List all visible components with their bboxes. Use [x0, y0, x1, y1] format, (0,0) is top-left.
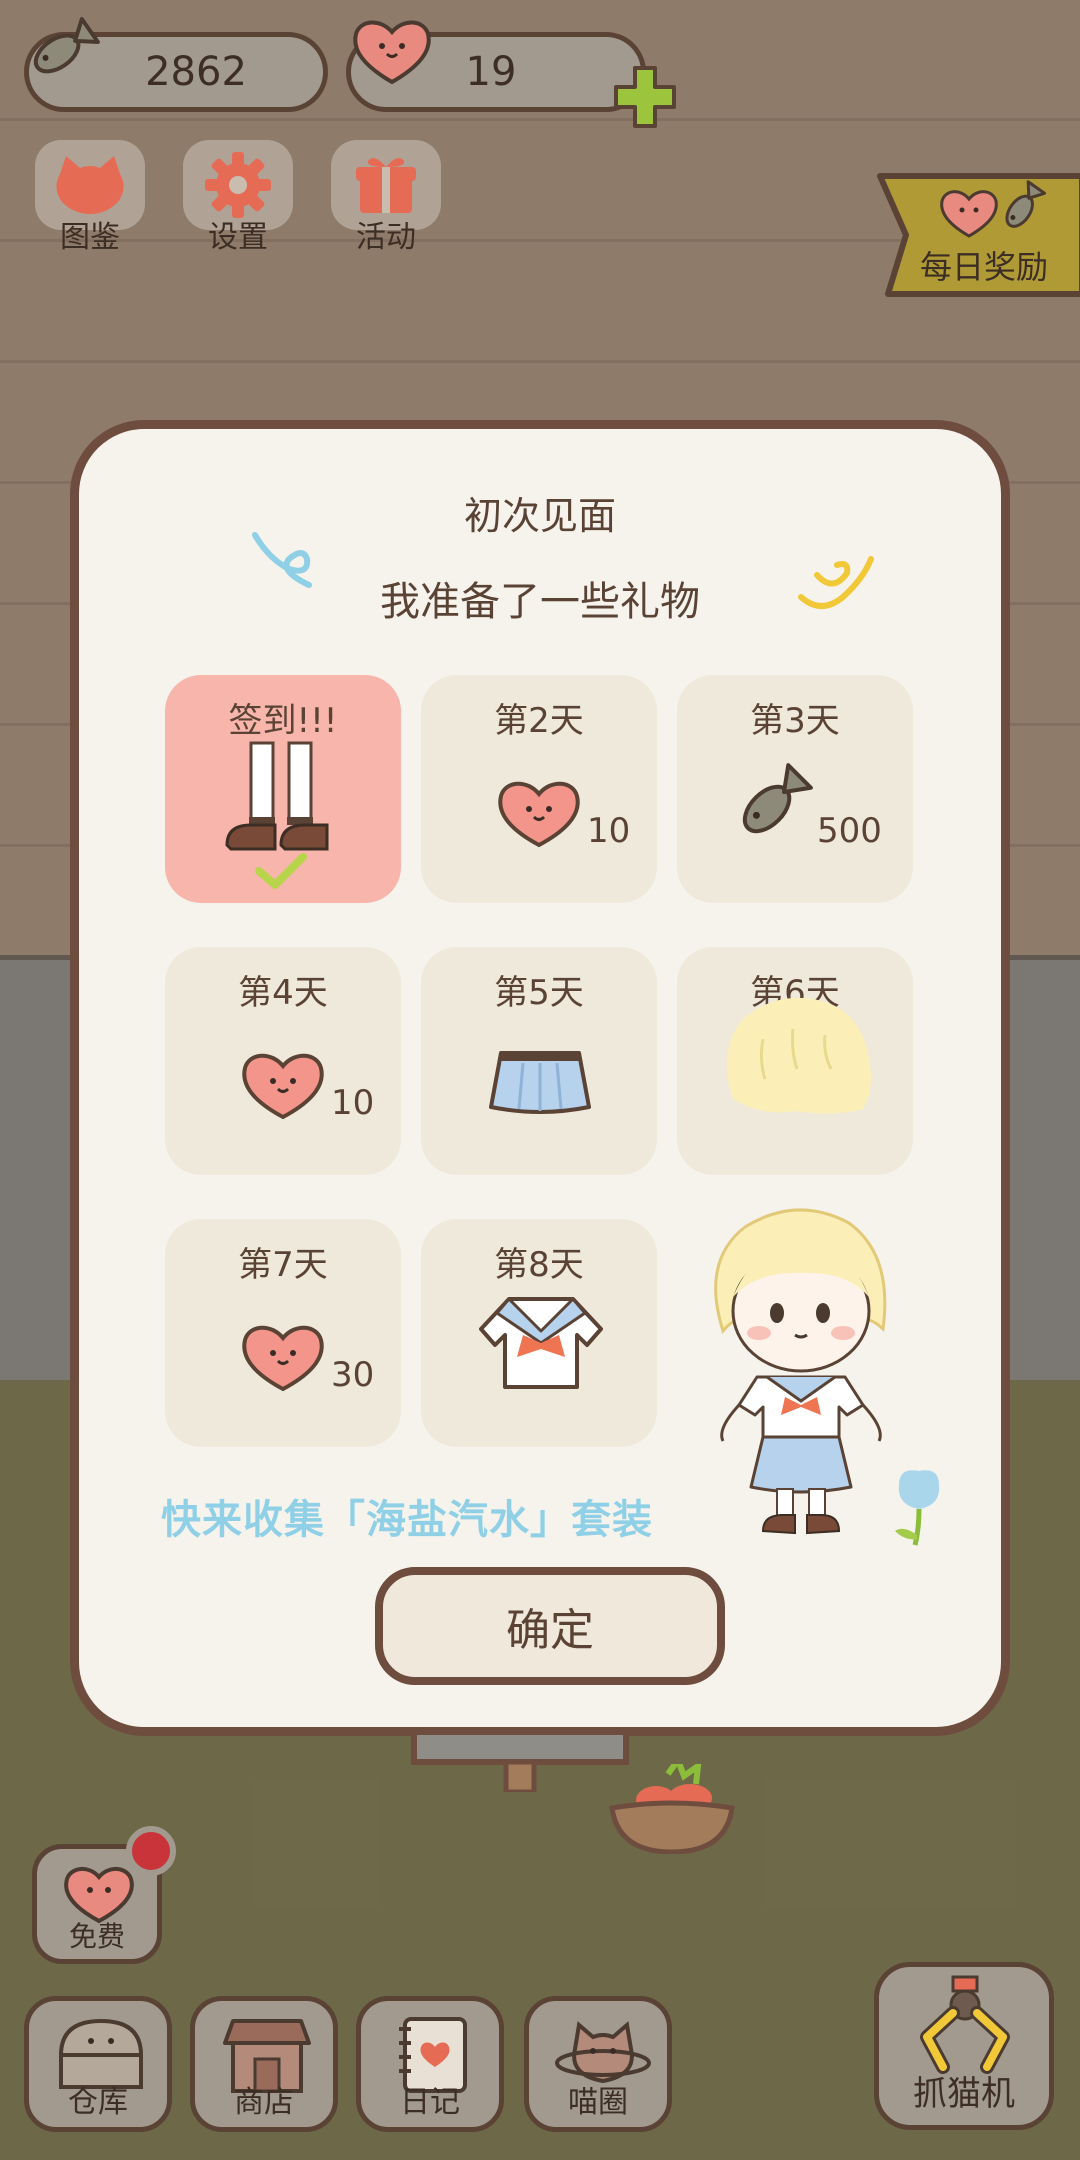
heart-icon: [353, 20, 431, 85]
day-label: 第3天: [750, 701, 840, 741]
nav-cat-circle-button[interactable]: 喵圈: [524, 1996, 672, 2132]
sailor-top-icon: [479, 1297, 603, 1389]
claw-label: 抓猫机: [913, 2074, 1015, 2114]
nav-warehouse-button[interactable]: 仓库: [24, 1996, 172, 2132]
yard-sign: [411, 1732, 629, 1792]
confirm-button[interactable]: 确定: [375, 1567, 725, 1685]
collect-set-text: 快来收集「海盐汽水」套装: [161, 1497, 653, 1543]
reward-quantity: 10: [331, 1083, 375, 1123]
menu-collection-button[interactable]: 图鉴: [30, 140, 150, 260]
blue-flower-decoration: [895, 1470, 940, 1546]
nav-label: 日记: [400, 2085, 460, 2120]
day-5-cell[interactable]: 第5天: [421, 947, 657, 1175]
claw-machine-button[interactable]: 抓猫机: [874, 1962, 1054, 2130]
skirt-icon: [489, 1051, 591, 1114]
claimed-check-icon[interactable]: [253, 851, 309, 891]
daily-reward-label: 每日奖励: [920, 248, 1049, 286]
gift-icon: [356, 158, 416, 213]
gear-icon: [205, 152, 271, 218]
day-label: 第8天: [494, 1245, 584, 1285]
day-1-cell[interactable]: 签到!!!: [165, 675, 401, 903]
day-label: 第2天: [494, 701, 584, 741]
yellow-ribbon-decoration: [798, 556, 874, 609]
reward-quantity: 10: [587, 811, 631, 851]
day-4-cell[interactable]: 第4天 10: [165, 947, 401, 1175]
cat-face-icon: [56, 156, 124, 214]
day-label: 签到!!!: [228, 701, 338, 741]
fish-icon: [1005, 180, 1047, 228]
day-2-cell[interactable]: 第2天 10: [421, 675, 657, 903]
fish-icon: [33, 17, 100, 74]
dialog-title: 初次见面: [463, 494, 616, 538]
blue-ribbon-decoration: [252, 532, 312, 588]
welcome-gift-dialog: 初次见面 我准备了一些礼物 签到!!! 第2天 10 第3天 500 第4天 1…: [70, 420, 1010, 1736]
day-6-cell[interactable]: 第6天: [677, 947, 913, 1175]
menu-label: 活动: [356, 220, 416, 255]
heart-icon: [242, 1053, 324, 1120]
day-8-cell[interactable]: 第8天: [421, 1219, 657, 1447]
notification-dot: [126, 1826, 176, 1876]
nav-shop-button[interactable]: 商店: [190, 1996, 338, 2132]
day-3-cell[interactable]: 第3天 500: [677, 675, 913, 903]
heart-icon: [498, 781, 580, 848]
nav-label: 商店: [234, 2085, 294, 2120]
menu-label: 图鉴: [60, 220, 120, 255]
girl-character-illustration: [714, 1208, 887, 1535]
nav-label: 仓库: [68, 2085, 128, 2120]
shoes-icon: [225, 741, 329, 851]
menu-label: 设置: [208, 220, 268, 255]
day-label: 第5天: [494, 973, 584, 1013]
heart-icon: [242, 1325, 324, 1392]
reward-quantity: 500: [817, 811, 882, 851]
add-hearts-button[interactable]: [610, 62, 680, 132]
menu-settings-button[interactable]: 设置: [178, 140, 298, 260]
carrot-basket: [609, 1764, 735, 1854]
fish-icon: [742, 763, 813, 834]
reward-quantity: 30: [331, 1355, 375, 1395]
menu-events-button[interactable]: 活动: [326, 140, 446, 260]
nav-diary-button[interactable]: 日记: [356, 1996, 504, 2132]
free-label: 免费: [68, 1920, 125, 1953]
fish-count: 2862: [145, 49, 247, 95]
nav-label: 喵圈: [568, 2085, 628, 2120]
day-label: 第7天: [238, 1245, 328, 1285]
heart-count: 19: [465, 49, 517, 95]
blonde-hair-icon: [726, 997, 871, 1114]
daily-reward-button[interactable]: 每日奖励: [876, 172, 1080, 298]
day-label: 第4天: [238, 973, 328, 1013]
day-7-cell[interactable]: 第7天 30: [165, 1219, 401, 1447]
